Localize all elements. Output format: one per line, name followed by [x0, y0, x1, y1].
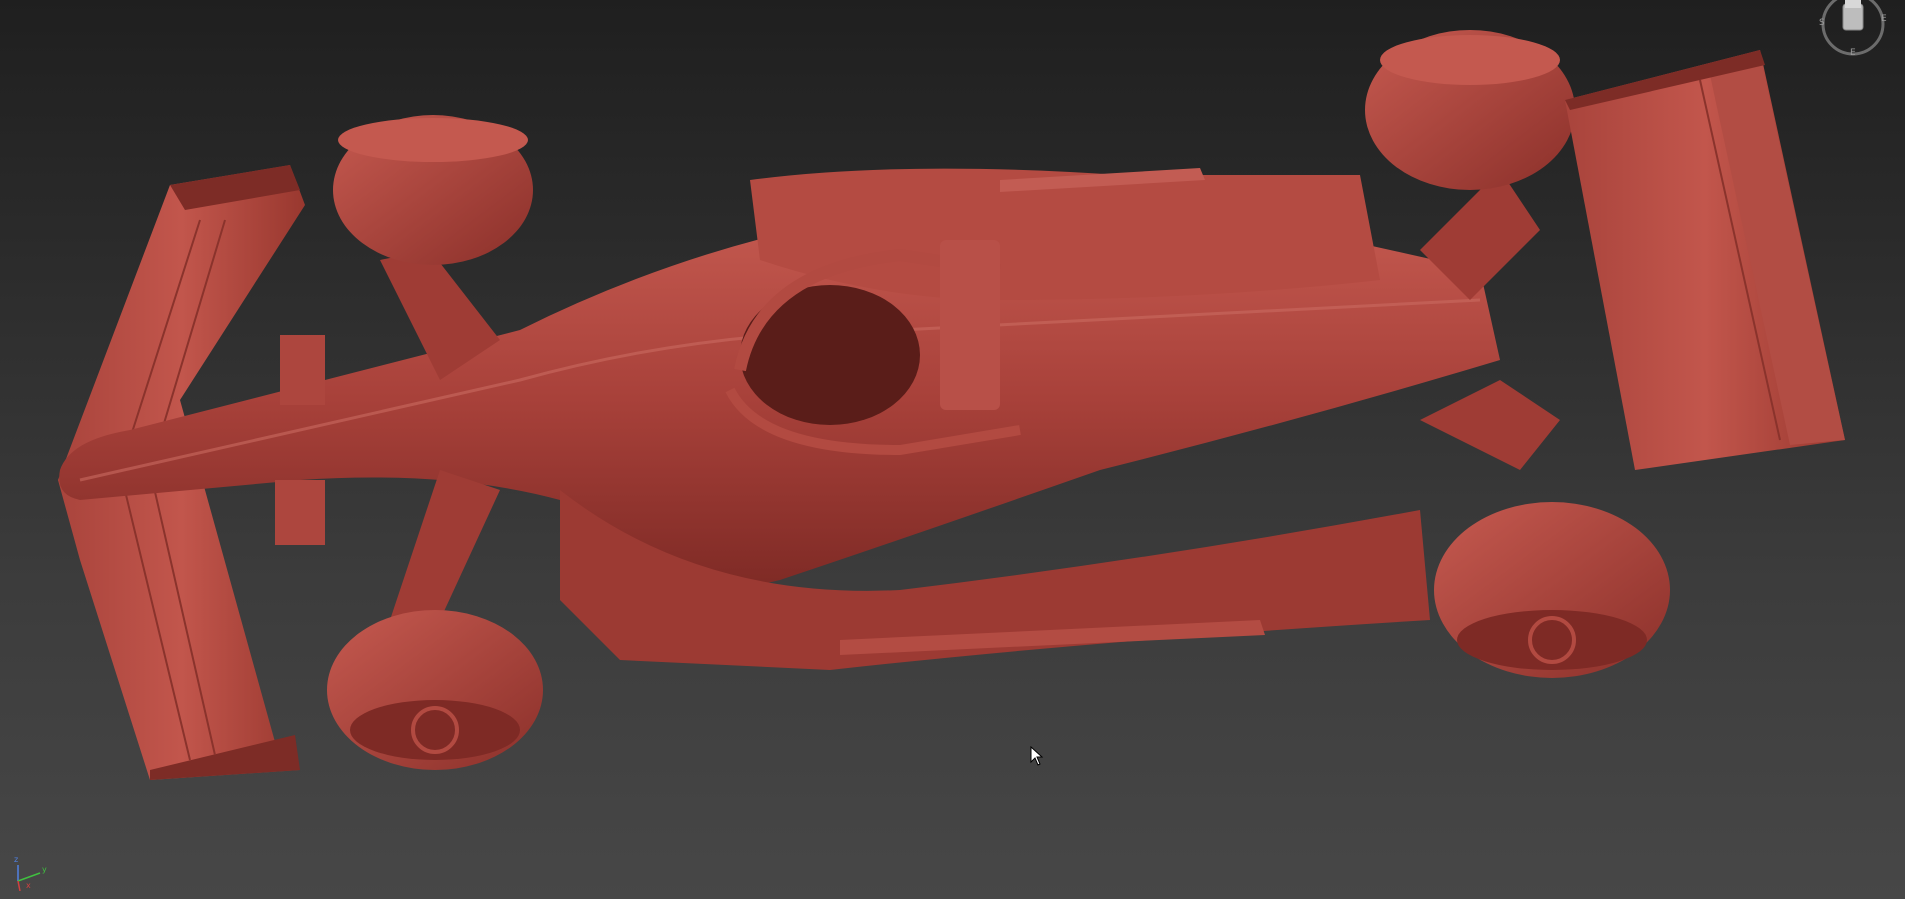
compass-south-label: E: [1850, 48, 1856, 58]
viewcube[interactable]: S E E: [1817, 0, 1889, 60]
z-axis-label: z: [14, 855, 19, 864]
car-model[interactable]: [0, 0, 1905, 899]
x-axis-label: x: [26, 881, 31, 890]
y-axis-label: y: [42, 865, 47, 874]
rear-wing[interactable]: [1565, 50, 1845, 470]
front-left-tyre[interactable]: [333, 115, 533, 265]
rear-right-tyre[interactable]: [1434, 502, 1670, 678]
axis-tripod: z y x: [12, 855, 52, 892]
rear-left-tyre[interactable]: [1365, 30, 1575, 190]
arrow-cursor-icon: [1030, 746, 1044, 766]
front-right-tyre[interactable]: [327, 610, 543, 770]
compass-west-label: S: [1819, 18, 1825, 28]
3d-viewport[interactable]: S E E z y x: [0, 0, 1905, 899]
compass-east-label: E: [1881, 14, 1887, 24]
engine-cover[interactable]: [750, 168, 1380, 300]
